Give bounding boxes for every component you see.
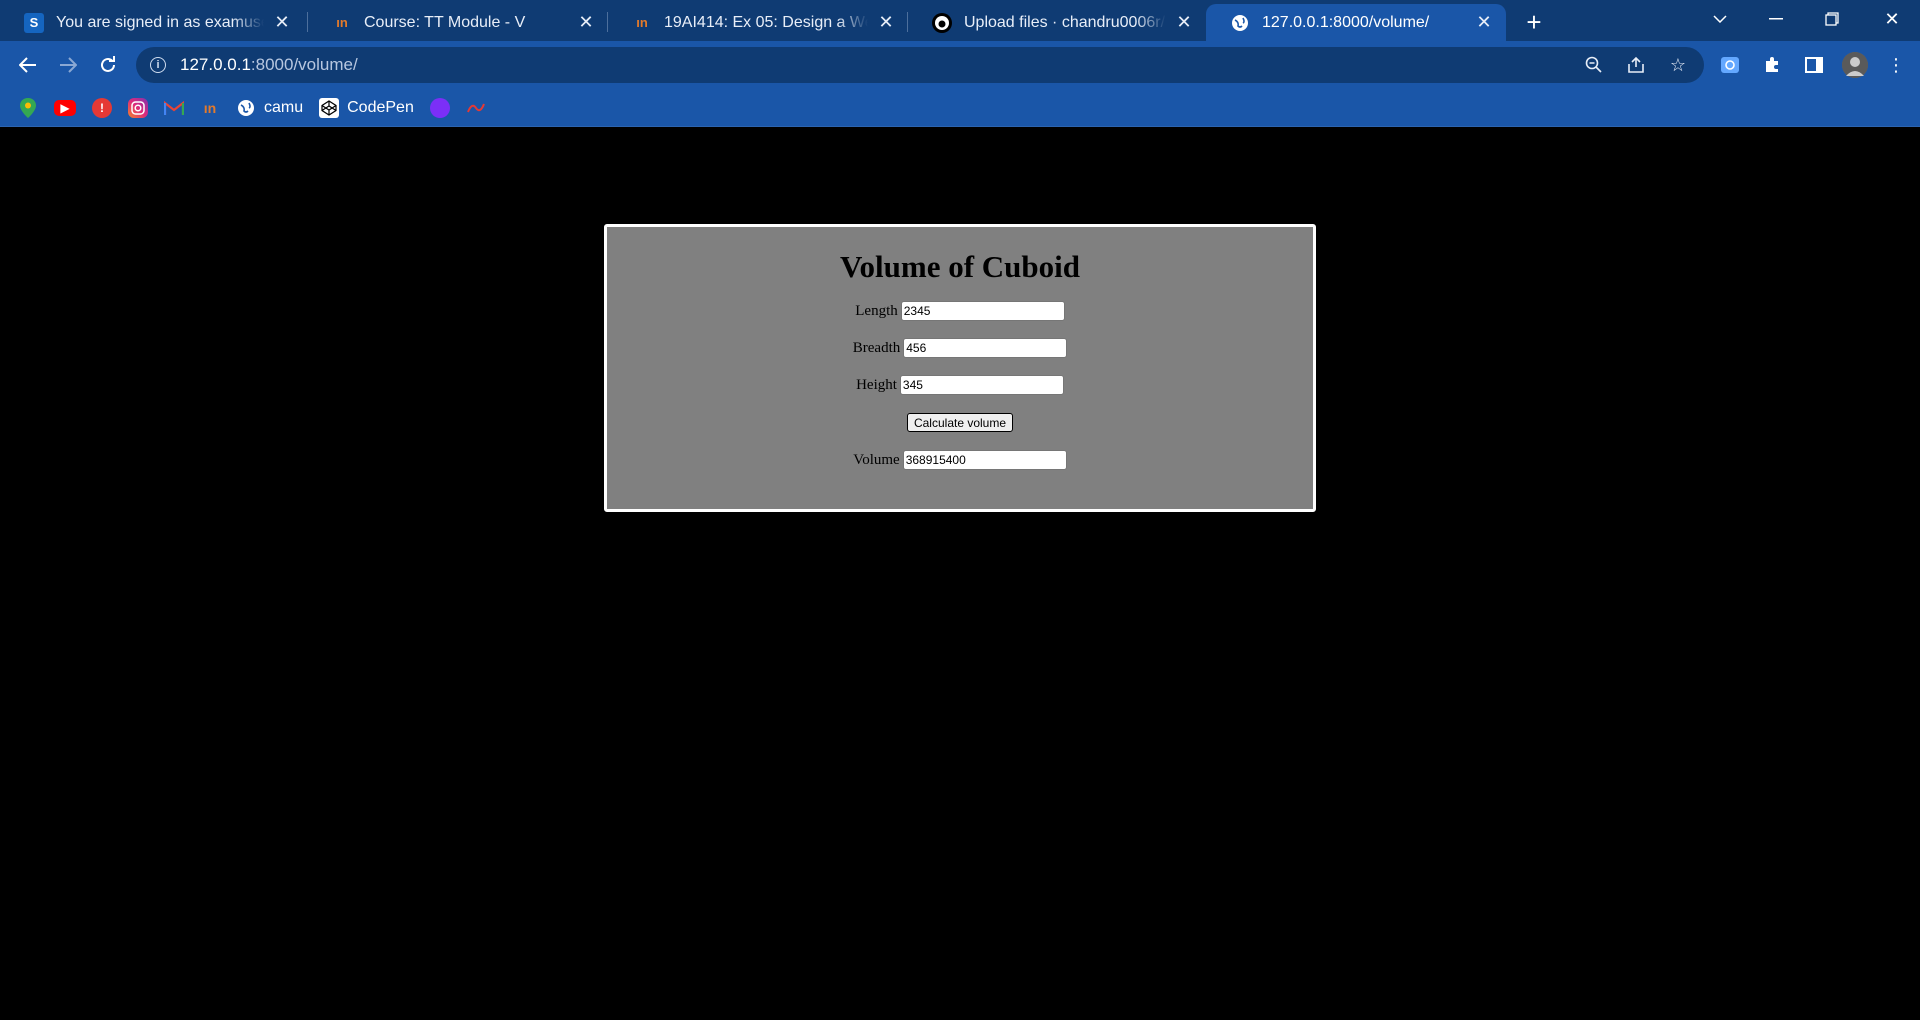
side-panel-icon[interactable] [1800,51,1828,79]
bookmark-instagram[interactable] [128,97,148,118]
bookmark-camu[interactable]: camu [236,98,303,118]
bookmark-alert[interactable]: ! [92,97,112,118]
tab-title: Upload files · chandru0006r/server [964,13,1166,31]
height-label: Height [856,376,897,393]
globe-icon [236,98,256,118]
minimize-icon[interactable] [1748,0,1804,38]
browser-tab[interactable]: S You are signed in as examuser71... ✕ [0,4,304,41]
bookmarks-bar: ▶ ! ın camu CodePen [0,89,1920,127]
bookmark-codepen[interactable]: CodePen [319,97,414,118]
bookmark-purple[interactable] [429,97,450,118]
close-window-icon[interactable]: ✕ [1864,0,1920,38]
in-favicon-icon: ın [336,15,348,30]
calculate-volume-button[interactable]: Calculate volume [906,413,1014,432]
s-favicon-icon: S [24,12,44,33]
bookmark-red[interactable] [466,98,486,118]
maps-icon [18,97,38,118]
page-title: Volume of Cuboid [839,249,1081,284]
instagram-icon [128,97,148,118]
bookmark-label: CodePen [347,98,414,116]
browser-tab[interactable]: ın 19AI414: Ex 05: Design a Website ✕ [608,4,908,41]
volume-output[interactable] [902,450,1067,470]
breadth-label: Breadth [852,339,901,356]
codepen-icon [319,97,340,118]
browser-tab[interactable]: ın Course: TT Module - V ✕ [308,4,608,41]
site-info-icon[interactable]: i [150,57,166,73]
github-icon [932,12,952,33]
close-icon[interactable]: ✕ [874,11,898,35]
length-row: Length [607,301,1313,321]
tab-strip: S You are signed in as examuser71... ✕ ı… [0,0,1920,41]
purple-icon [429,97,450,118]
forward-icon[interactable] [52,49,84,81]
browser-tab-active[interactable]: 127.0.0.1:8000/volume/ ✕ [1206,4,1506,41]
extension-sync-icon[interactable] [1716,51,1744,79]
zoom-icon[interactable] [1582,53,1606,77]
browser-toolbar: i 127.0.0.1:8000/volume/ ☆ ⋮ [0,41,1920,89]
youtube-icon: ▶ [54,99,76,116]
restore-icon[interactable] [1804,0,1860,38]
extensions-puzzle-icon[interactable] [1758,51,1786,79]
in-favicon-icon: ın [636,15,648,30]
bookmark-in[interactable]: ın [200,98,220,118]
reload-icon[interactable] [92,49,124,81]
bookmark-label: camu [264,98,304,116]
bookmark-maps[interactable] [18,97,38,118]
address-bar[interactable]: i 127.0.0.1:8000/volume/ ☆ [136,47,1704,83]
bookmark-youtube[interactable]: ▶ [54,99,76,116]
alert-icon: ! [92,97,112,118]
url-text[interactable]: 127.0.0.1:8000/volume/ [180,55,358,75]
volume-row: Volume [607,450,1313,470]
gmail-icon [164,98,184,118]
globe-icon [1230,13,1250,33]
button-row: Calculate volume [607,413,1313,432]
length-input[interactable] [900,301,1065,321]
volume-label: Volume [853,451,900,468]
breadth-row: Breadth [607,338,1313,358]
in-icon: ın [203,99,217,116]
share-icon[interactable] [1624,53,1648,77]
menu-kebab-icon[interactable]: ⋮ [1882,51,1910,79]
close-icon[interactable]: ✕ [270,11,294,35]
bookmark-star-icon[interactable]: ☆ [1666,53,1690,77]
close-icon[interactable]: ✕ [574,11,598,35]
length-label: Length [855,302,898,319]
tab-title: 127.0.0.1:8000/volume/ [1262,13,1430,31]
profile-avatar[interactable] [1842,52,1868,78]
new-tab-icon[interactable]: + [1518,6,1550,38]
red-icon [466,98,486,118]
tab-title: You are signed in as examuser71... [56,13,264,31]
browser-tab[interactable]: Upload files · chandru0006r/server ✕ [908,4,1206,41]
page-content: Volume of Cuboid Length Breadth Height C… [0,128,1920,1020]
height-input[interactable] [899,375,1064,395]
back-icon[interactable] [12,49,44,81]
close-icon[interactable]: ✕ [1472,11,1496,35]
close-icon[interactable]: ✕ [1172,11,1196,35]
bookmark-gmail[interactable] [164,98,184,118]
volume-form-card: Volume of Cuboid Length Breadth Height C… [604,224,1316,512]
breadth-input[interactable] [903,338,1068,358]
tab-title: 19AI414: Ex 05: Design a Website [664,13,868,31]
tab-title: Course: TT Module - V [364,13,526,31]
tab-search-chevron-icon[interactable] [1692,0,1748,38]
height-row: Height [607,375,1313,395]
